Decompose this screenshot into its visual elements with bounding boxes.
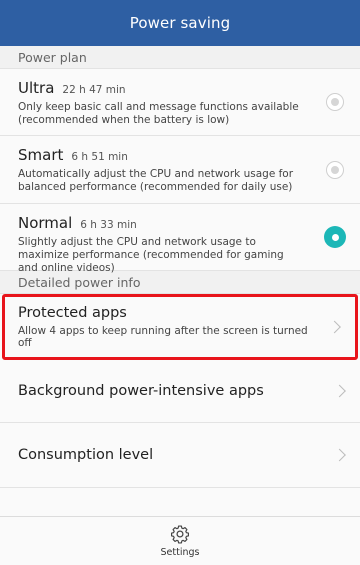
plan-normal[interactable]: Normal 6 h 33 min Slightly adjust the CP… <box>0 204 360 274</box>
plan-name: Normal <box>18 214 73 232</box>
plan-smart-radio[interactable] <box>326 160 344 179</box>
plan-time: 6 h 33 min <box>80 219 137 231</box>
chevron-right-icon <box>333 448 346 462</box>
plan-description: Only keep basic call and message functio… <box>18 101 299 126</box>
background-power-intensive-apps-row[interactable]: Background power-intensive apps <box>0 360 360 423</box>
plan-ultra[interactable]: Ultra 22 h 47 min Only keep basic call a… <box>0 69 360 136</box>
row-title: Background power-intensive apps <box>18 383 264 399</box>
app-header: Power saving <box>0 0 360 46</box>
settings-label: Settings <box>160 547 200 558</box>
plan-name: Ultra <box>18 79 55 97</box>
plan-normal-radio[interactable] <box>324 226 346 248</box>
radio-dot <box>331 233 339 241</box>
gear-icon[interactable] <box>170 524 190 544</box>
bottom-settings-bar[interactable]: Settings <box>0 516 360 565</box>
plan-description: Slightly adjust the CPU and network usag… <box>18 236 284 274</box>
row-title: Consumption level <box>18 447 154 463</box>
chevron-right-icon <box>333 384 346 398</box>
plan-description: Automatically adjust the CPU and network… <box>18 168 294 193</box>
protected-apps-row[interactable]: Protected apps Allow 4 apps to keep runn… <box>2 294 358 360</box>
section-label: Power plan <box>18 49 87 65</box>
plan-time: 6 h 51 min <box>71 151 128 163</box>
radio-dot <box>331 98 339 106</box>
plan-time: 22 h 47 min <box>62 84 126 96</box>
chevron-right-icon <box>328 320 341 334</box>
plan-name: Smart <box>18 146 64 164</box>
section-label: Detailed power info <box>18 274 141 290</box>
row-subtitle: Allow 4 apps to keep running after the s… <box>18 325 308 349</box>
section-header-power-plan: Power plan <box>0 46 360 69</box>
radio-dot <box>331 165 339 174</box>
page-title: Power saving <box>129 14 231 32</box>
consumption-level-row[interactable]: Consumption level <box>0 423 360 488</box>
row-title: Protected apps <box>18 305 127 321</box>
plan-smart[interactable]: Smart 6 h 51 min Automatically adjust th… <box>0 136 360 204</box>
plan-ultra-radio[interactable] <box>326 93 344 111</box>
